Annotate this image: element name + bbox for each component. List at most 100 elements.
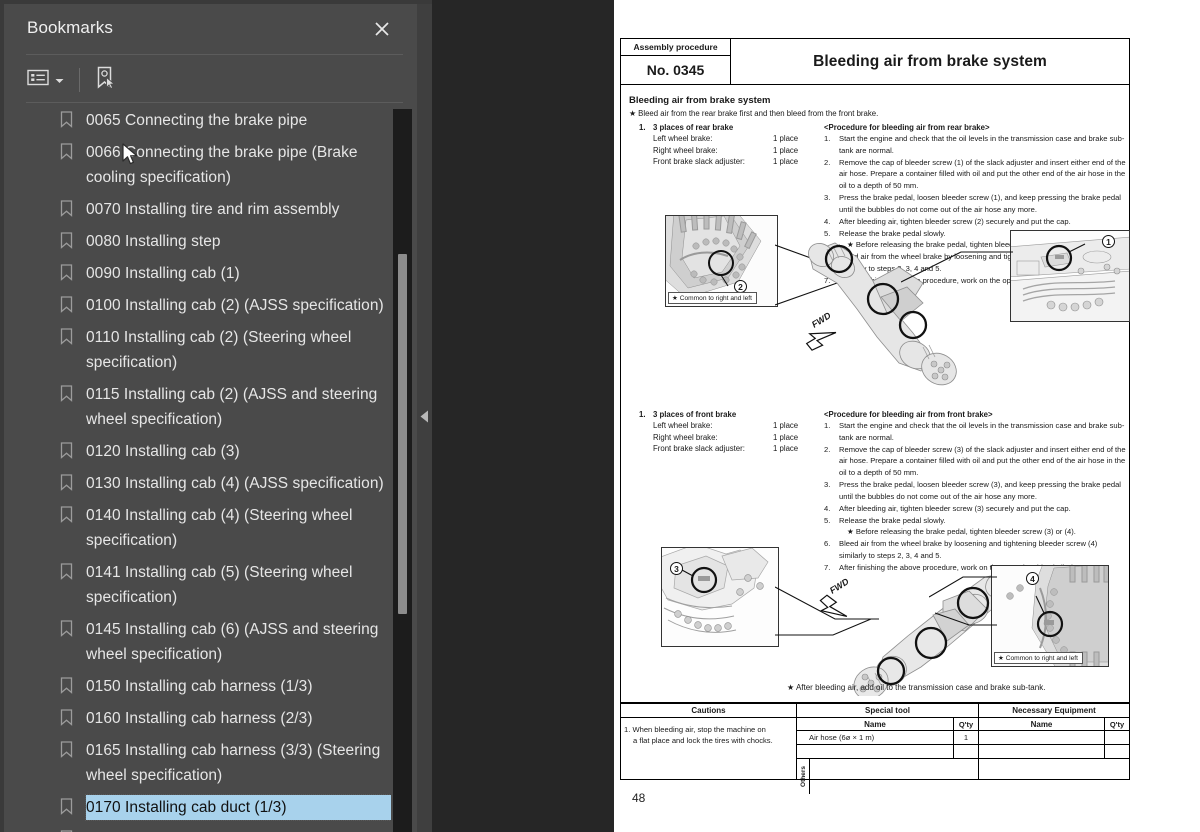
- toolbar-divider: [26, 102, 403, 103]
- rear-brake-places: 1. 3 places of rear brake Left wheel bra…: [639, 123, 839, 168]
- bookmark-item-label: 0170 Installing cab duct (1/3): [85, 794, 391, 821]
- bookmark-icon: [60, 140, 86, 165]
- equipment-qty-blank-2: [1105, 745, 1129, 758]
- special-tool-subheader: Name Q'ty: [797, 718, 978, 731]
- bookmark-item-label: 0080 Installing step: [86, 233, 221, 250]
- bookmark-item-label: 0140 Installing cab (4) (Steering wheel …: [86, 507, 353, 549]
- front-brake-places: 1. 3 places of front brake Left wheel br…: [639, 410, 839, 455]
- bookmark-item-label: 0120 Installing cab (3): [86, 443, 240, 460]
- rear-procedure-heading: <Procedure for bleeding air from rear br…: [824, 123, 990, 132]
- chevron-down-icon[interactable]: [55, 71, 64, 89]
- bookmark-item[interactable]: 0120 Installing cab (3): [4, 436, 391, 468]
- bookmark-item[interactable]: 0066 Connecting the brake pipe (Brake co…: [4, 137, 391, 194]
- equipment-qty-header: Q'ty: [1109, 719, 1125, 729]
- intro-star-note: ★ Bleed air from the rear brake first an…: [629, 109, 879, 118]
- bookmark-item[interactable]: 0080 Installing step: [4, 226, 391, 258]
- toolbar-separator: [79, 68, 80, 92]
- bookmark-item[interactable]: 0110 Installing cab (2) (Steering wheel …: [4, 322, 391, 379]
- front-heading: 3 places of front brake: [653, 410, 737, 419]
- bookmark-item[interactable]: 0180 Installing cab duct (2/3): [4, 824, 391, 832]
- bookmark-item[interactable]: 0065 Connecting the brake pipe: [4, 105, 391, 137]
- rear-row-qty: 1 place: [773, 145, 799, 155]
- bookmark-item[interactable]: 0140 Installing cab (4) (Steering wheel …: [4, 500, 391, 557]
- front-row-qty: 1 place: [773, 444, 799, 454]
- document-header: Assembly procedure No. 0345 Bleeding air…: [620, 38, 1130, 85]
- step: 1. Start the engine and check that the oi…: [824, 134, 1125, 155]
- front-row-name: Right wheel brake:: [653, 432, 718, 442]
- tool-name-header: Name: [797, 718, 954, 730]
- front-row-qty: 1 place: [773, 432, 799, 442]
- page-number: 48: [632, 791, 646, 805]
- bookmark-item[interactable]: 0141 Installing cab (5) (Steering wheel …: [4, 557, 391, 614]
- bookmark-item[interactable]: 0150 Installing cab harness (1/3): [4, 671, 391, 703]
- rear-row-name: Left wheel brake:: [653, 134, 713, 143]
- special-tool-header: Special tool: [797, 704, 978, 718]
- tool-name-blank: [797, 745, 954, 758]
- bookmarks-list[interactable]: 0065 Connecting the brake pipe 0066 Conne…: [4, 105, 391, 832]
- tool-row-blank: [797, 745, 978, 759]
- rear-detail-box-left: 2 ★ Common to right and left: [665, 215, 778, 307]
- step: 2. Remove the cap of bleeder screw (1) of…: [824, 157, 1126, 190]
- rear-row: Right wheel brake: 1 place: [653, 145, 839, 157]
- document-viewer[interactable]: Assembly procedure No. 0345 Bleeding air…: [432, 0, 1200, 832]
- bookmark-item-label: 0115 Installing cab (2) (AJSS and steeri…: [86, 386, 378, 428]
- rear-common-tag-left: ★ Common to right and left: [668, 292, 757, 304]
- list-options-icon: [27, 69, 49, 91]
- bookmark-item[interactable]: 0145 Installing cab (6) (AJSS and steeri…: [4, 614, 391, 671]
- bookmarks-scrollbar-thumb[interactable]: [398, 254, 407, 614]
- bookmark-icon: [60, 108, 86, 133]
- bookmark-item[interactable]: 0130 Installing cab (4) (AJSS specificat…: [4, 468, 391, 500]
- equipment-name-blank: [979, 731, 1105, 744]
- rear-row-name: Right wheel brake:: [653, 145, 718, 155]
- bookmark-item-label: 0180 Installing cab duct (2/3): [86, 827, 291, 832]
- rear-heading: 3 places of rear brake: [653, 123, 734, 132]
- bookmark-icon: [60, 617, 86, 642]
- new-bookmark-icon: [95, 66, 117, 95]
- bookmark-item[interactable]: 0160 Installing cab harness (2/3): [4, 703, 391, 735]
- bookmark-item-label: 0160 Installing cab harness (2/3): [86, 710, 313, 727]
- bookmark-icon: [60, 471, 86, 496]
- bookmark-item[interactable]: 0115 Installing cab (2) (AJSS and steeri…: [4, 379, 391, 436]
- bookmark-icon: [60, 827, 86, 832]
- bookmark-item[interactable]: 0100 Installing cab (2) (AJSS specificat…: [4, 290, 391, 322]
- front-footer-note: ★ After bleeding air, add oil to the tra…: [787, 683, 1046, 692]
- step: 3. Press the brake pedal, loosen bleeder …: [824, 192, 1121, 214]
- tool-qty-header: Q'ty: [958, 719, 974, 729]
- others-label: Others: [797, 759, 810, 794]
- step: 1. Start the engine and check that the oi…: [824, 421, 1125, 442]
- bookmark-item-label: 0130 Installing cab (4) (AJSS specificat…: [86, 475, 384, 492]
- bookmark-icon: [60, 382, 86, 407]
- collapse-panel-button[interactable]: [417, 404, 432, 434]
- close-icon[interactable]: [371, 18, 393, 40]
- step: 5. Release the brake pedal slowly. ★ Befor…: [824, 515, 1076, 537]
- equipment-header: Necessary Equipment: [979, 704, 1129, 718]
- bookmark-icon: [60, 261, 86, 286]
- new-bookmark-button[interactable]: [92, 65, 120, 95]
- bookmark-options-button[interactable]: [24, 65, 67, 95]
- rear-row: Left wheel brake: 1 place: [653, 133, 839, 145]
- procedure-number: No. 0345: [646, 62, 705, 78]
- bookmark-item-label: 0165 Installing cab harness (3/3) (Steer…: [86, 742, 381, 784]
- bookmarks-panel: Bookmarks 0065 Connecting the brake pipe…: [0, 0, 417, 832]
- bookmark-item[interactable]: 0090 Installing cab (1): [4, 258, 391, 290]
- tool-name-value: Air hose (6ø × 1 m): [797, 731, 954, 744]
- bookmark-item[interactable]: 0165 Installing cab harness (3/3) (Steer…: [4, 735, 391, 792]
- equipment-row-blank: [979, 745, 1129, 759]
- bookmarks-scrollbar-track[interactable]: [393, 109, 412, 832]
- bookmark-item-label: 0110 Installing cab (2) (Steering wheel …: [86, 329, 352, 371]
- intro-heading: Bleeding air from brake system: [629, 95, 771, 106]
- mouse-cursor: [122, 143, 138, 165]
- bookmark-item-label: 0090 Installing cab (1): [86, 265, 240, 282]
- bookmark-item[interactable]: 0070 Installing tire and rim assembly: [4, 194, 391, 226]
- others-blank: [810, 759, 978, 794]
- bookmark-item[interactable]: 0170 Installing cab duct (1/3): [4, 792, 391, 824]
- equipment-name-blank-2: [979, 745, 1105, 758]
- document-body: Bleeding air from brake system ★ Bleed a…: [620, 85, 1130, 703]
- front-row-name: Left wheel brake:: [653, 421, 713, 430]
- bookmark-icon: [60, 503, 86, 528]
- rear-brake-illustration: 2 ★ Common to right and left FWD 1: [665, 215, 1135, 390]
- step: 2. Remove the cap of bleeder screw (3) of…: [824, 444, 1126, 477]
- rear-row: Front brake slack adjuster: 1 place: [653, 156, 839, 168]
- front-common-tag-right: ★ Common to right and left: [994, 652, 1083, 664]
- necessary-equipment-column: Necessary Equipment Name Q'ty: [979, 704, 1129, 779]
